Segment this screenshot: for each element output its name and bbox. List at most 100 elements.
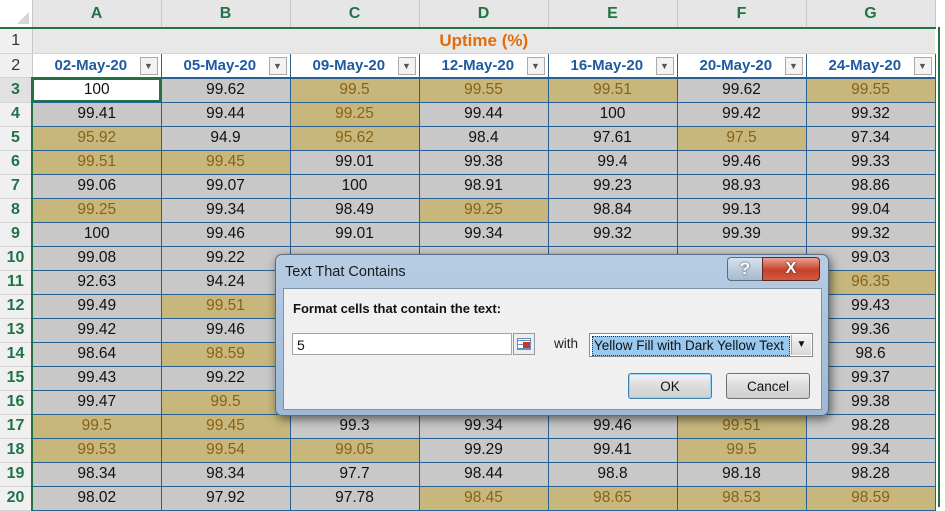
data-cell[interactable]: 98.02 <box>32 486 162 511</box>
data-cell[interactable]: 97.34 <box>806 126 936 151</box>
data-cell[interactable]: 99.44 <box>419 102 549 127</box>
data-cell[interactable]: 98.86 <box>806 174 936 199</box>
data-cell[interactable]: 98.91 <box>419 174 549 199</box>
date-header-cell[interactable]: 05-May-20 ▼ <box>161 53 291 79</box>
data-cell[interactable]: 99.22 <box>161 366 291 391</box>
data-cell[interactable]: 98.45 <box>419 486 549 511</box>
close-button[interactable]: X <box>762 257 820 281</box>
data-cell[interactable]: 99.51 <box>677 414 807 439</box>
row-header-19[interactable]: 19 <box>0 462 33 487</box>
data-cell[interactable]: 99.41 <box>548 438 678 463</box>
data-cell[interactable]: 99.23 <box>548 174 678 199</box>
row-header-4[interactable]: 4 <box>0 102 33 127</box>
data-cell[interactable]: 99.49 <box>32 294 162 319</box>
data-cell[interactable]: 100 <box>290 174 420 199</box>
data-cell[interactable]: 98.4 <box>419 126 549 151</box>
data-cell[interactable]: 98.65 <box>548 486 678 511</box>
data-cell[interactable]: 99.46 <box>161 222 291 247</box>
data-cell[interactable]: 99.46 <box>677 150 807 175</box>
column-header-b[interactable]: B <box>161 0 291 29</box>
format-style-select[interactable]: Yellow Fill with Dark Yellow Text ▼ <box>589 333 813 357</box>
row-header-11[interactable]: 11 <box>0 270 33 295</box>
data-cell[interactable]: 99.34 <box>419 414 549 439</box>
data-cell[interactable]: 99.5 <box>32 414 162 439</box>
data-cell[interactable]: 94.24 <box>161 270 291 295</box>
row-header-17[interactable]: 17 <box>0 414 33 439</box>
data-cell[interactable]: 99.06 <box>32 174 162 199</box>
row-header-14[interactable]: 14 <box>0 342 33 367</box>
row-header-7[interactable]: 7 <box>0 174 33 199</box>
row-header-16[interactable]: 16 <box>0 390 33 415</box>
row-header-6[interactable]: 6 <box>0 150 33 175</box>
filter-dropdown-icon[interactable]: ▼ <box>139 57 158 75</box>
data-cell[interactable]: 98.49 <box>290 198 420 223</box>
filter-dropdown-icon[interactable]: ▼ <box>655 57 674 75</box>
row-header-18[interactable]: 18 <box>0 438 33 463</box>
row-header-20[interactable]: 20 <box>0 486 33 511</box>
data-cell[interactable]: 99.46 <box>161 318 291 343</box>
filter-dropdown-icon[interactable]: ▼ <box>268 57 287 75</box>
data-cell[interactable]: 99.41 <box>32 102 162 127</box>
row-header-12[interactable]: 12 <box>0 294 33 319</box>
row-header-9[interactable]: 9 <box>0 222 33 247</box>
column-header-g[interactable]: G <box>806 0 936 29</box>
data-cell[interactable]: 97.78 <box>290 486 420 511</box>
date-header-cell[interactable]: 24-May-20 ▼ <box>806 53 936 79</box>
data-cell[interactable]: 98.59 <box>161 342 291 367</box>
data-cell[interactable]: 99.05 <box>290 438 420 463</box>
date-header-cell[interactable]: 16-May-20 ▼ <box>548 53 678 79</box>
data-cell[interactable]: 99.62 <box>161 77 291 103</box>
row-header-13[interactable]: 13 <box>0 318 33 343</box>
date-header-cell[interactable]: 12-May-20 ▼ <box>419 53 549 79</box>
data-cell[interactable]: 99.47 <box>32 390 162 415</box>
data-cell[interactable]: 99.53 <box>32 438 162 463</box>
data-cell[interactable]: 99.62 <box>677 77 807 103</box>
date-header-cell[interactable]: 20-May-20 ▼ <box>677 53 807 79</box>
data-cell[interactable]: 99.32 <box>548 222 678 247</box>
column-header-c[interactable]: C <box>290 0 420 29</box>
data-cell[interactable]: 97.61 <box>548 126 678 151</box>
data-cell[interactable]: 99.51 <box>548 77 678 103</box>
column-header-e[interactable]: E <box>548 0 678 29</box>
row-header-10[interactable]: 10 <box>0 246 33 271</box>
data-cell[interactable]: 99.39 <box>677 222 807 247</box>
data-cell[interactable]: 99.54 <box>161 438 291 463</box>
data-cell[interactable]: 98.28 <box>806 414 936 439</box>
data-cell[interactable]: 99.55 <box>419 77 549 103</box>
data-cell[interactable]: 99.4 <box>548 150 678 175</box>
data-cell[interactable]: 99.3 <box>290 414 420 439</box>
data-cell[interactable]: 98.8 <box>548 462 678 487</box>
data-cell[interactable]: 98.34 <box>32 462 162 487</box>
data-cell[interactable]: 99.25 <box>419 198 549 223</box>
data-cell[interactable]: 95.92 <box>32 126 162 151</box>
column-header-f[interactable]: F <box>677 0 807 29</box>
filter-dropdown-icon[interactable]: ▼ <box>913 57 932 75</box>
data-cell[interactable]: 98.34 <box>161 462 291 487</box>
data-cell[interactable]: 99.13 <box>677 198 807 223</box>
data-cell[interactable]: 98.53 <box>677 486 807 511</box>
data-cell[interactable]: 99.22 <box>161 246 291 271</box>
filter-dropdown-icon[interactable]: ▼ <box>526 57 545 75</box>
data-cell[interactable]: 99.38 <box>419 150 549 175</box>
row-header-2[interactable]: 2 <box>0 53 33 78</box>
data-cell[interactable]: 97.5 <box>677 126 807 151</box>
data-cell[interactable]: 99.5 <box>161 390 291 415</box>
cancel-button[interactable]: Cancel <box>726 373 810 399</box>
data-cell[interactable]: 92.63 <box>32 270 162 295</box>
data-cell[interactable]: 98.28 <box>806 462 936 487</box>
data-cell[interactable]: 99.55 <box>806 77 936 103</box>
data-cell[interactable]: 99.42 <box>677 102 807 127</box>
date-header-cell[interactable]: 02-May-20 ▼ <box>32 53 162 79</box>
data-cell[interactable]: 98.44 <box>419 462 549 487</box>
uptime-title-cell[interactable]: Uptime (%) <box>32 28 935 54</box>
row-header-8[interactable]: 8 <box>0 198 33 223</box>
date-header-cell[interactable]: 09-May-20 ▼ <box>290 53 420 79</box>
data-cell[interactable]: 99.01 <box>290 150 420 175</box>
data-cell[interactable]: 99.46 <box>548 414 678 439</box>
chevron-down-icon[interactable]: ▼ <box>791 335 811 355</box>
row-header-15[interactable]: 15 <box>0 366 33 391</box>
data-cell[interactable]: 99.34 <box>161 198 291 223</box>
data-cell[interactable]: 99.5 <box>290 77 420 103</box>
data-cell[interactable]: 99.29 <box>419 438 549 463</box>
data-cell[interactable]: 99.5 <box>677 438 807 463</box>
